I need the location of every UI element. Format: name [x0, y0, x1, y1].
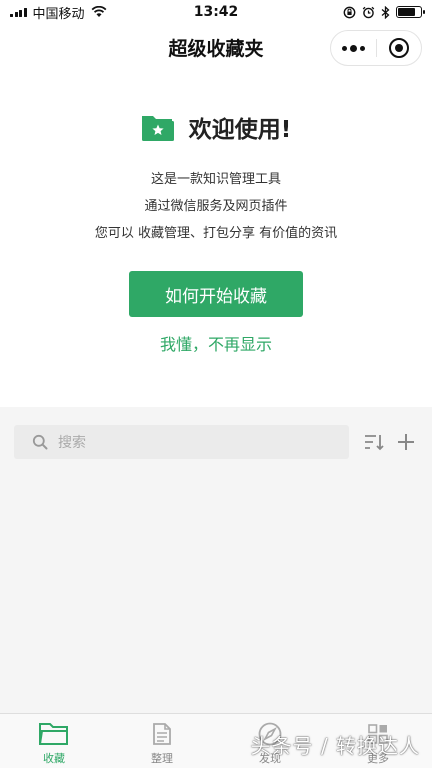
description-line: 这是一款知识管理工具 — [150, 172, 281, 187]
search-input[interactable]: 搜索 — [14, 425, 349, 459]
welcome-panel: 欢迎使用! 这是一款知识管理工具 通过微信服务及网页插件 您可以 收藏管理、打包… — [0, 110, 432, 355]
tab-discover[interactable]: 发现 — [216, 714, 324, 768]
nav-bar: 超级收藏夹 — [0, 24, 432, 70]
wifi-icon — [91, 6, 106, 17]
status-right — [343, 5, 425, 19]
add-button[interactable] — [394, 430, 418, 454]
page-title: 超级收藏夹 — [168, 37, 264, 60]
collection-list-area: 搜索 — [0, 407, 432, 713]
grid-icon — [368, 724, 388, 744]
battery-icon — [396, 6, 425, 18]
search-row: 搜索 — [14, 425, 418, 459]
description-line: 您可以 收藏管理、打包分享 有价值的资讯 — [94, 226, 338, 241]
bluetooth-icon — [381, 5, 390, 19]
sort-button[interactable] — [363, 430, 387, 454]
tab-collect[interactable]: 收藏 — [0, 714, 108, 768]
tab-label: 收藏 — [43, 752, 65, 765]
alarm-icon — [362, 6, 375, 18]
more-dots-icon — [341, 44, 365, 52]
folder-icon — [39, 723, 68, 745]
tab-organize[interactable]: 整理 — [108, 714, 216, 768]
status-time: 13:42 — [193, 4, 239, 20]
search-icon — [32, 434, 48, 450]
bottom-tab-bar: 收藏 整理 发现 更多 — [0, 713, 432, 768]
compass-icon — [258, 722, 282, 746]
how-to-start-button[interactable]: 如何开始收藏 — [129, 271, 303, 317]
signal-icon — [10, 7, 27, 17]
more-menu-button[interactable] — [331, 31, 376, 65]
dont-show-again-link[interactable]: 我懂，不再显示 — [160, 331, 272, 355]
document-icon — [153, 723, 171, 745]
status-bar: 中国移动 13:42 — [0, 0, 432, 24]
battery-fill — [398, 8, 415, 16]
welcome-title: 欢迎使用! — [188, 117, 292, 143]
tab-label: 发现 — [259, 752, 281, 765]
folder-star-icon — [141, 116, 174, 141]
tab-more[interactable]: 更多 — [324, 714, 432, 768]
tab-label: 更多 — [367, 752, 389, 765]
plus-icon — [398, 434, 415, 450]
welcome-description: 这是一款知识管理工具 通过微信服务及网页插件 您可以 收藏管理、打包分享 有价值… — [95, 166, 337, 247]
miniprogram-capsule — [330, 30, 422, 66]
sort-icon — [365, 435, 385, 451]
carrier-label: 中国移动 — [32, 6, 85, 22]
description-line: 通过微信服务及网页插件 — [144, 199, 288, 214]
status-left: 中国移动 — [10, 3, 107, 22]
tab-label: 整理 — [151, 752, 173, 765]
rotation-lock-icon — [343, 6, 356, 18]
target-icon — [388, 38, 409, 58]
welcome-header: 欢迎使用! — [141, 110, 292, 144]
search-placeholder: 搜索 — [58, 435, 86, 451]
close-miniprogram-button[interactable] — [377, 31, 422, 65]
